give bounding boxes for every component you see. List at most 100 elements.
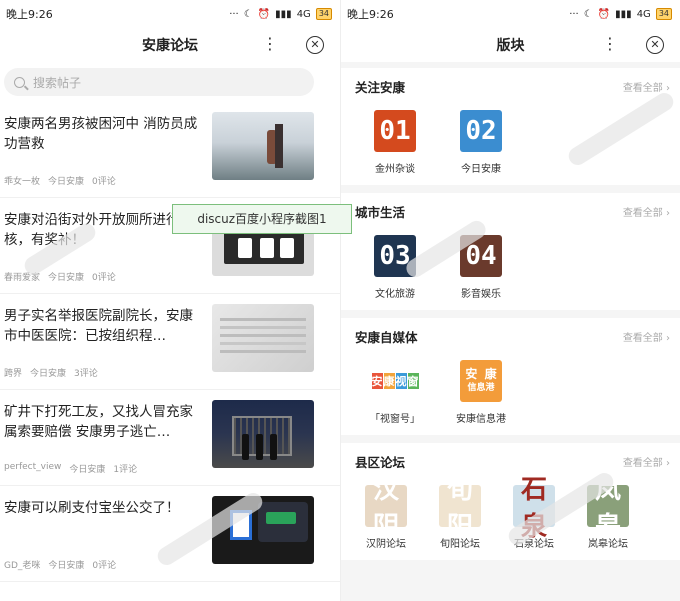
- left-phone-screen: 晚上9:26 ··· ☾ ⏰ ▮▮▮ 4G 34 安康论坛 ⋮ ✕ 搜索帖子 安…: [0, 0, 340, 601]
- close-icon[interactable]: ✕: [646, 36, 664, 54]
- post-author: 春雨爱家: [4, 273, 41, 283]
- post-meta: 春雨爱家 今日安康 0评论: [4, 270, 116, 283]
- section-header: 关注安康 查看全部 ›: [341, 68, 680, 104]
- post-meta: 乖女一枚 今日安康 0评论: [4, 174, 116, 187]
- post-item[interactable]: 男子实名举报医院副院长，安康市中医医院：已按组织程… 跨界 今日安康 3评论: [0, 294, 340, 390]
- forum-tile[interactable]: 安 康 视 窗 「视窗号」: [365, 360, 425, 425]
- post-title: 矿井下打死工友，又找人冒充家属索要赔偿 安康男子逃亡…: [4, 404, 193, 440]
- post-item[interactable]: 安康两名男孩被困河中 消防员成功营救 乖女一枚 今日安康 0评论: [0, 102, 340, 198]
- section-title: 关注安康: [355, 79, 406, 95]
- status-icons: ··· ☾ ⏰ ▮▮▮ 4G 34: [569, 8, 672, 20]
- section-header: 安康自媒体 查看全部 ›: [341, 318, 680, 354]
- post-forum: 今日安康: [30, 369, 67, 379]
- post-item[interactable]: 安康可以刷支付宝坐公交了！ GD_老咪 今日安康 0评论: [0, 486, 340, 582]
- forum-tile[interactable]: 04 影音娱乐: [451, 235, 511, 300]
- post-forum: 今日安康: [48, 177, 85, 187]
- section-title: 安康自媒体: [355, 329, 418, 345]
- post-thumbnail[interactable]: [212, 400, 314, 468]
- forum-tile-icon: 01: [374, 110, 416, 152]
- post-title: 安康两名男孩被困河中 消防员成功营救: [4, 116, 198, 152]
- forum-tile[interactable]: 03 文化旅游: [365, 235, 425, 300]
- forum-tile-icon: 岚皋: [587, 475, 629, 542]
- search-placeholder: 搜索帖子: [33, 75, 82, 90]
- forum-tile-label: 安康信息港: [456, 414, 506, 425]
- post-item[interactable]: 矿井下打死工友，又找人冒充家属索要赔偿 安康男子逃亡… perfect_view…: [0, 390, 340, 486]
- post-forum: 今日安康: [48, 273, 85, 283]
- moon-icon: ☾: [583, 8, 593, 20]
- signal-icon: ▮▮▮: [615, 8, 632, 20]
- forum-section: 关注安康 查看全部 › 01 金州杂谈 02 今日安康: [341, 68, 680, 185]
- post-meta: 跨界 今日安康 3评论: [4, 366, 98, 379]
- forum-tile-label: 影音娱乐: [461, 289, 501, 300]
- post-author: perfect_view: [4, 462, 62, 472]
- post-comments: 0评论: [92, 273, 116, 283]
- forum-tile-icon-line: 信息港: [467, 383, 495, 393]
- post-thumbnail[interactable]: [212, 496, 314, 564]
- status-bar: 晚上9:26 ··· ☾ ⏰ ▮▮▮ 4G 34: [0, 0, 340, 28]
- page-title: 版块: [496, 38, 525, 54]
- forum-section: 安康自媒体 查看全部 › 安 康 视 窗 「视窗号」 安 康 信息港 安康信息港: [341, 318, 680, 435]
- forum-tile-icon: 安 康 视 窗: [371, 360, 419, 402]
- post-thumbnail[interactable]: [212, 112, 314, 180]
- forum-tiles: 安 康 视 窗 「视窗号」 安 康 信息港 安康信息港: [341, 354, 680, 425]
- forum-tile[interactable]: 石泉 石泉论坛: [507, 475, 561, 550]
- forum-tile[interactable]: 01 金州杂谈: [365, 110, 425, 175]
- view-all-link[interactable]: 查看全部 ›: [623, 329, 670, 344]
- alarm-icon: ⏰: [257, 8, 271, 20]
- close-icon[interactable]: ✕: [306, 36, 324, 54]
- forum-tiles: 汉阴 汉阴论坛 旬阳 旬阳论坛 石泉 石泉论坛 岚皋 岚皋论坛: [341, 475, 680, 550]
- forum-tile-icon-cell: 康: [383, 373, 395, 389]
- post-list: 安康两名男孩被困河中 消防员成功营救 乖女一枚 今日安康 0评论 安康对沿街对外…: [0, 102, 340, 582]
- forum-tiles: 03 文化旅游 04 影音娱乐: [341, 229, 680, 300]
- search-icon: [14, 76, 25, 88]
- post-thumbnail[interactable]: [212, 304, 314, 372]
- status-bar: 晚上9:26 ··· ☾ ⏰ ▮▮▮ 4G 34: [341, 0, 680, 28]
- post-meta: perfect_view 今日安康 1评论: [4, 462, 137, 475]
- post-comments: 1评论: [113, 465, 138, 475]
- alarm-icon: ⏰: [597, 8, 611, 20]
- right-phone-screen: 晚上9:26 ··· ☾ ⏰ ▮▮▮ 4G 34 版块 ⋮ ✕ 关注安康 查看全…: [340, 0, 680, 601]
- battery-icon: 34: [315, 8, 332, 20]
- forum-tile-icon: 石泉: [513, 475, 555, 542]
- more-menu-icon[interactable]: ⋮: [602, 34, 618, 54]
- post-comments: 3评论: [74, 369, 98, 379]
- post-author: GD_老咪: [4, 561, 41, 571]
- forum-tile-icon-cell: 视: [395, 373, 407, 389]
- status-icons: ··· ☾ ⏰ ▮▮▮ 4G 34: [229, 8, 332, 20]
- forum-tile[interactable]: 岚皋 岚皋论坛: [581, 475, 635, 550]
- section-title: 县区论坛: [355, 454, 406, 470]
- post-comments: 0评论: [92, 177, 116, 187]
- forum-tile-icon: 02: [460, 110, 502, 152]
- post-forum: 今日安康: [48, 561, 85, 571]
- section-title: 城市生活: [355, 204, 406, 220]
- nav-bar: 安康论坛 ⋮ ✕: [0, 28, 340, 62]
- section-header: 城市生活 查看全部 ›: [341, 193, 680, 229]
- battery-icon: 34: [655, 8, 672, 20]
- post-author: 乖女一枚: [4, 177, 41, 187]
- forum-tile[interactable]: 安 康 信息港 安康信息港: [451, 360, 511, 425]
- status-time: 晚上9:26: [347, 8, 394, 21]
- forum-tile-icon: 汉阴: [365, 475, 407, 542]
- forum-tile-icon: 旬阳: [439, 475, 481, 542]
- screenshot-root: 晚上9:26 ··· ☾ ⏰ ▮▮▮ 4G 34 安康论坛 ⋮ ✕ 搜索帖子 安…: [0, 0, 680, 601]
- nav-bar: 版块 ⋮ ✕: [341, 28, 680, 62]
- forum-tile-icon-line: 安 康: [465, 367, 497, 381]
- post-title: 安康可以刷支付宝坐公交了！: [4, 500, 180, 516]
- forum-tile[interactable]: 汉阴 汉阴论坛: [359, 475, 413, 550]
- search-bar[interactable]: 搜索帖子: [4, 68, 314, 96]
- network-label: 4G: [296, 8, 311, 20]
- view-all-link[interactable]: 查看全部 ›: [623, 204, 670, 219]
- forum-tile-icon-cell: 安: [371, 373, 383, 389]
- forum-tile-label: 金州杂谈: [375, 164, 415, 175]
- forum-tile[interactable]: 02 今日安康: [451, 110, 511, 175]
- post-comments: 0评论: [92, 561, 117, 571]
- post-author: 跨界: [4, 369, 23, 379]
- view-all-link[interactable]: 查看全部 ›: [623, 79, 670, 94]
- view-all-link[interactable]: 查看全部 ›: [623, 454, 670, 469]
- post-title: 男子实名举报医院副院长，安康市中医医院：已按组织程…: [4, 308, 193, 344]
- network-label: 4G: [636, 8, 651, 20]
- forum-tile[interactable]: 旬阳 旬阳论坛: [433, 475, 487, 550]
- signal-icon: ▮▮▮: [275, 8, 292, 20]
- forum-tiles: 01 金州杂谈 02 今日安康: [341, 104, 680, 175]
- more-menu-icon[interactable]: ⋮: [262, 34, 278, 54]
